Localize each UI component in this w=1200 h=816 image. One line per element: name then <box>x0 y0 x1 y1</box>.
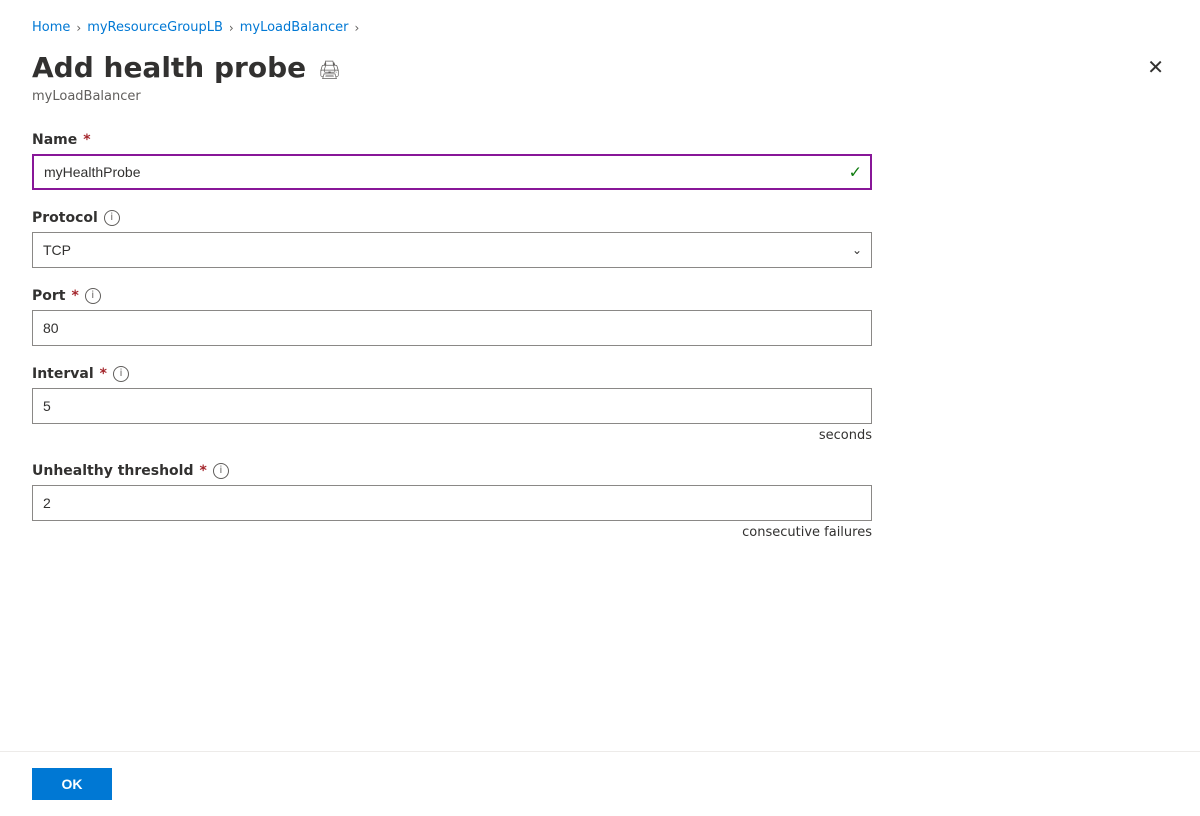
interval-label: Interval * i <box>32 366 1168 382</box>
port-field-group: Port * i <box>32 288 1168 346</box>
ok-button[interactable]: OK <box>32 768 112 800</box>
port-label: Port * i <box>32 288 1168 304</box>
protocol-select-wrapper: TCP HTTP HTTPS ⌄ <box>32 232 872 268</box>
name-input-wrapper: ✓ <box>32 154 872 190</box>
breadcrumb-home[interactable]: Home <box>32 20 70 35</box>
port-info-icon[interactable]: i <box>85 288 101 304</box>
breadcrumb-sep-2: › <box>229 21 234 35</box>
breadcrumb-resource-group[interactable]: myResourceGroupLB <box>87 20 223 35</box>
name-input[interactable] <box>32 154 872 190</box>
protocol-select[interactable]: TCP HTTP HTTPS <box>32 232 872 268</box>
interval-suffix: seconds <box>32 428 872 443</box>
header-left: Add health probe 🖨 <box>32 51 341 85</box>
breadcrumb-sep-1: › <box>76 21 81 35</box>
breadcrumb: Home › myResourceGroupLB › myLoadBalance… <box>0 0 1200 43</box>
name-required-star: * <box>83 132 90 148</box>
print-icon[interactable]: 🖨 <box>318 60 341 81</box>
port-input[interactable] <box>32 310 872 346</box>
page-title: Add health probe <box>32 51 306 85</box>
name-valid-check-icon: ✓ <box>849 162 862 181</box>
protocol-field-group: Protocol i TCP HTTP HTTPS ⌄ <box>32 210 1168 268</box>
breadcrumb-sep-3: › <box>354 21 359 35</box>
name-field-group: Name * ✓ <box>32 132 1168 190</box>
protocol-label: Protocol i <box>32 210 1168 226</box>
breadcrumb-load-balancer[interactable]: myLoadBalancer <box>240 20 349 35</box>
interval-field-group: Interval * i seconds <box>32 366 1168 443</box>
unhealthy-threshold-required-star: * <box>200 463 207 479</box>
protocol-info-icon[interactable]: i <box>104 210 120 226</box>
unhealthy-threshold-field-group: Unhealthy threshold * i consecutive fail… <box>32 463 1168 540</box>
name-label: Name * <box>32 132 1168 148</box>
header-row: Add health probe 🖨 ✕ <box>0 43 1200 89</box>
port-required-star: * <box>71 288 78 304</box>
unhealthy-threshold-input[interactable] <box>32 485 872 521</box>
close-icon[interactable]: ✕ <box>1143 51 1168 83</box>
form-content: Name * ✓ Protocol i TCP HTTP HTTPS ⌄ <box>0 124 1200 751</box>
unhealthy-threshold-info-icon[interactable]: i <box>213 463 229 479</box>
interval-input[interactable] <box>32 388 872 424</box>
interval-info-icon[interactable]: i <box>113 366 129 382</box>
footer: OK <box>0 751 1200 816</box>
page-subtitle: myLoadBalancer <box>0 89 1200 124</box>
interval-required-star: * <box>100 366 107 382</box>
unhealthy-threshold-suffix: consecutive failures <box>32 525 872 540</box>
page-container: Home › myResourceGroupLB › myLoadBalance… <box>0 0 1200 816</box>
unhealthy-threshold-label: Unhealthy threshold * i <box>32 463 1168 479</box>
